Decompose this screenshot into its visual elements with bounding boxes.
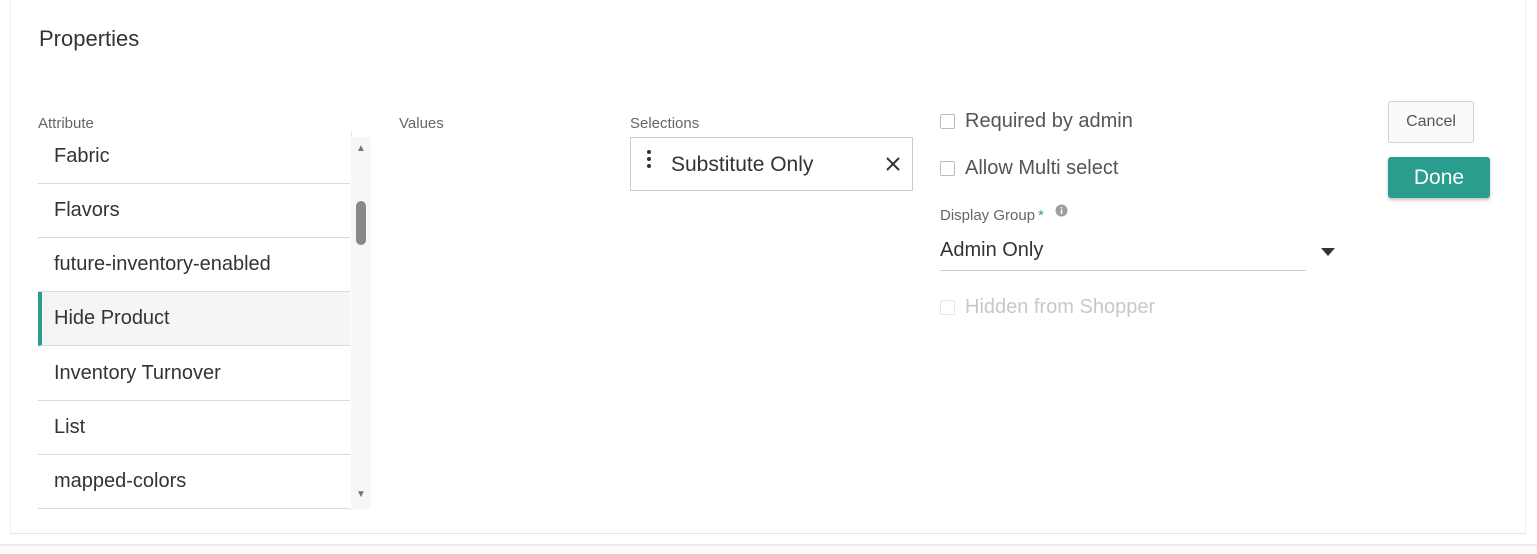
attribute-column-label: Attribute: [38, 115, 94, 132]
attribute-item-inventory-turnover[interactable]: Inventory Turnover: [38, 347, 350, 401]
attribute-item-hide-product[interactable]: Hide Product: [38, 292, 350, 346]
selection-item[interactable]: Substitute Only: [630, 137, 913, 191]
required-by-admin-label: Required by admin: [965, 109, 1133, 132]
required-by-admin-checkbox[interactable]: [940, 113, 955, 129]
attribute-list[interactable]: Fabric Flavors future-inventory-enabled …: [38, 132, 352, 510]
arrow-down-icon[interactable]: ▼: [351, 487, 371, 503]
drag-handle-icon[interactable]: [645, 150, 653, 172]
cancel-button[interactable]: Cancel: [1388, 101, 1474, 143]
display-group-label: Display Group *: [940, 207, 1044, 224]
caret-down-icon[interactable]: [1321, 244, 1335, 256]
required-mark: *: [1038, 207, 1044, 224]
display-group-value: Admin Only: [940, 239, 1044, 261]
selections-column-label: Selections: [630, 115, 700, 132]
attribute-item-fabric[interactable]: Fabric: [38, 132, 350, 184]
allow-multi-select-label: Allow Multi select: [965, 156, 1119, 179]
attribute-item-mapped-colors[interactable]: mapped-colors: [38, 455, 350, 509]
hidden-from-shopper-checkbox: [940, 299, 955, 315]
bottom-divider: [0, 544, 1537, 554]
values-column-label: Values: [399, 115, 444, 132]
attribute-item-future-inventory-enabled[interactable]: future-inventory-enabled: [38, 238, 350, 292]
hidden-from-shopper-option: Hidden from Shopper: [940, 295, 1155, 319]
selection-label: Substitute Only: [671, 153, 814, 176]
display-group-select[interactable]: Admin Only: [940, 234, 1306, 271]
page-title: Properties: [39, 26, 140, 51]
attribute-item-flavors[interactable]: Flavors: [38, 184, 350, 238]
attribute-list-scrollbar[interactable]: ▲ ▼: [351, 137, 371, 509]
scrollbar-thumb[interactable]: [356, 201, 366, 245]
display-group-label-text: Display Group: [940, 207, 1036, 224]
required-by-admin-option[interactable]: Required by admin: [940, 109, 1133, 133]
attribute-item-list[interactable]: List: [38, 401, 350, 455]
allow-multi-select-option[interactable]: Allow Multi select: [940, 156, 1118, 180]
allow-multi-select-checkbox[interactable]: [940, 160, 955, 176]
hidden-from-shopper-label: Hidden from Shopper: [965, 295, 1156, 318]
done-button[interactable]: Done: [1388, 157, 1490, 198]
arrow-up-icon[interactable]: ▲: [351, 141, 371, 157]
close-icon[interactable]: [883, 154, 903, 174]
info-icon[interactable]: [1055, 204, 1068, 217]
